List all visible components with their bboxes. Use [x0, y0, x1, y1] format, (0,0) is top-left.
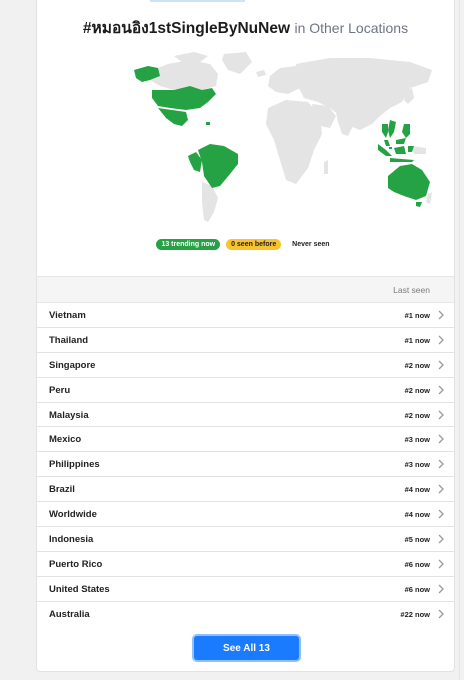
location-name: Philippines: [49, 459, 100, 471]
location-name: Malaysia: [49, 409, 89, 421]
location-row[interactable]: Philippines #3 now: [37, 452, 454, 478]
location-rank: #1 now: [404, 335, 430, 345]
map-madagascar: [324, 160, 328, 174]
map-australia: [388, 164, 430, 200]
map-land-never-seen: [148, 52, 432, 222]
location-name: Brazil: [49, 484, 75, 496]
map-iceland: [256, 70, 266, 77]
see-all-button[interactable]: See All 13: [194, 636, 299, 660]
location-row[interactable]: Mexico #3 now: [37, 427, 454, 453]
location-name: Worldwide: [49, 509, 97, 521]
map-new-zealand: [426, 192, 432, 204]
location-rank: #1 now: [404, 311, 430, 320]
location-row[interactable]: Vietnam #1 now: [37, 303, 454, 328]
chevron-right-icon: [438, 559, 444, 569]
title-suffix: in Other Locations: [294, 20, 409, 36]
table-header: Last seen: [37, 276, 454, 303]
page-edge-divider: [459, 0, 460, 680]
map-malaysia: [384, 138, 406, 146]
location-name: Indonesia: [49, 534, 94, 546]
location-rank: #3 now: [404, 435, 430, 445]
location-name: United States: [49, 583, 110, 595]
location-row[interactable]: Worldwide #4 now: [37, 502, 454, 528]
location-row[interactable]: Malaysia #2 now: [37, 403, 454, 428]
chevron-right-icon: [438, 509, 444, 519]
location-rank: #5 now: [404, 535, 430, 545]
legend-never-seen: Never seen: [292, 241, 330, 248]
map-brazil: [198, 144, 238, 188]
hashtag-title: #หมอนอิง1stSingleByNuNew: [82, 20, 290, 37]
chevron-right-icon: [438, 434, 444, 444]
map-mexico: [158, 108, 188, 126]
chevron-right-icon: [438, 609, 444, 619]
legend-trending-now: 13 trending now: [156, 239, 221, 250]
map-greenland: [222, 52, 252, 74]
map-india: [336, 110, 356, 136]
map-tasmania: [416, 202, 422, 207]
location-name: Singapore: [49, 359, 96, 371]
chevron-right-icon: [438, 310, 444, 320]
location-row[interactable]: Singapore #2 now: [37, 353, 454, 378]
chevron-right-icon: [438, 335, 444, 345]
map-legend: 13 trending now 0 seen before Never seen: [37, 239, 454, 250]
location-rank: #6 now: [404, 584, 430, 594]
chevron-right-icon: [438, 459, 444, 469]
top-accent-bar: [150, 0, 245, 2]
legend-seen-before: 0 seen before: [226, 239, 282, 250]
location-row[interactable]: Puerto Rico #6 now: [37, 552, 454, 577]
chevron-right-icon: [438, 534, 444, 544]
last-seen-header: Last seen: [393, 285, 430, 295]
location-rank: #4 now: [404, 485, 430, 495]
location-row[interactable]: Thailand #1 now: [37, 328, 454, 353]
map-arctic-islands: [174, 52, 208, 62]
map-south-america-rest: [202, 182, 218, 222]
trending-locations-card: #หมอนอิง1stSingleByNuNew in Other Locati…: [36, 0, 455, 672]
location-row[interactable]: Indonesia #5 now: [37, 527, 454, 552]
map-united-states: [152, 86, 216, 110]
location-name: Thailand: [49, 334, 89, 346]
location-list: Vietnam #1 now Thailand #1 now Singapore #2 n…: [37, 303, 454, 627]
page-title: #หมอนอิง1stSingleByNuNew in Other Locati…: [37, 15, 454, 40]
map-vietnam: [388, 120, 396, 138]
map-papua: [412, 146, 426, 154]
location-rank: #3 now: [404, 460, 430, 470]
location-name: Puerto Rico: [49, 558, 103, 570]
location-rank: #4 now: [404, 510, 430, 520]
location-rank: #2 now: [404, 360, 430, 370]
location-rank: #6 now: [404, 559, 430, 569]
chevron-right-icon: [438, 484, 444, 494]
world-map: [134, 52, 432, 222]
location-row[interactable]: Australia #22 now: [37, 602, 454, 627]
location-name: Vietnam: [49, 310, 86, 321]
chevron-right-icon: [438, 410, 444, 420]
location-name: Australia: [49, 608, 90, 620]
map-philippines: [402, 124, 410, 138]
location-name: Mexico: [49, 434, 82, 446]
location-rank: #2 now: [404, 385, 430, 395]
chevron-right-icon: [438, 584, 444, 594]
map-singapore: [389, 147, 392, 149]
map-puerto-rico: [206, 122, 210, 125]
chevron-right-icon: [438, 385, 444, 395]
location-row[interactable]: United States #6 now: [37, 577, 454, 602]
location-name: Peru: [49, 384, 71, 396]
map-thailand: [382, 124, 388, 138]
location-row[interactable]: Brazil #4 now: [37, 477, 454, 503]
map-indonesia: [378, 144, 414, 162]
location-row[interactable]: Peru #2 now: [37, 378, 454, 403]
chevron-right-icon: [438, 360, 444, 370]
location-rank: #2 now: [404, 410, 430, 420]
location-rank: #22 now: [400, 609, 430, 619]
